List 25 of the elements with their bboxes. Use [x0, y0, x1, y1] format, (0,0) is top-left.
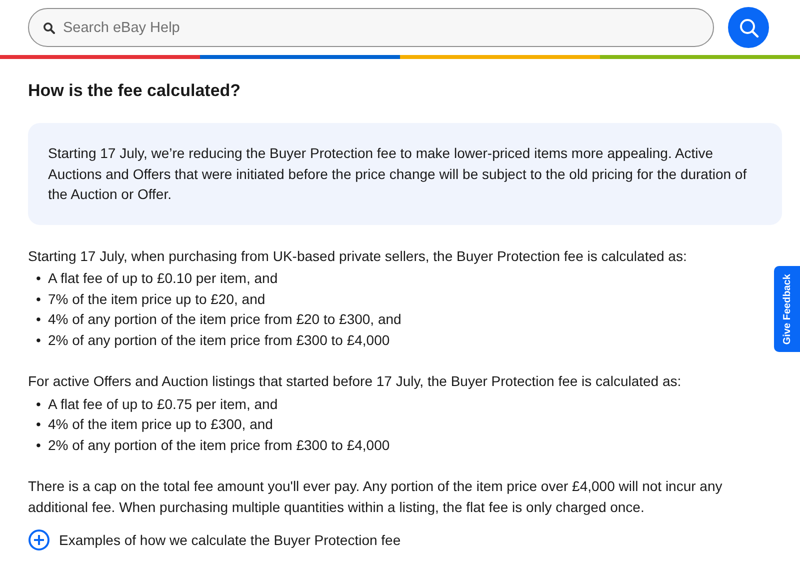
search-button[interactable] — [728, 7, 769, 48]
list-bullet: • — [36, 330, 42, 350]
list-item: A flat fee of up to £0.75 per item, and — [48, 394, 278, 414]
list-item: 4% of any portion of the item price from £20 to £300, and — [48, 310, 402, 329]
expander-link[interactable]: Examples of how we calculate the Buyer Protection fee — [28, 529, 401, 551]
search-icon — [738, 18, 758, 38]
list-bullet: • — [36, 290, 42, 308]
feedback-button[interactable]: Give Feedback — [774, 266, 800, 352]
list-bullet: • — [36, 269, 42, 288]
list-item: 4% of the item price up to £300, and — [48, 415, 273, 434]
notice-text: Starting 17 July, we’re reducing the Buyer Protection fee to make lower-priced items more appealing. Active Auctions and Offers that were initiated before the price change will be subject to the old pricing for the duration of the Auction or Offer. — [28, 123, 782, 224]
list-bullet: • — [36, 415, 42, 434]
list-item: 7% of the item price up to £20, and — [48, 290, 266, 309]
list-item: 2% of any portion of the item price from £300 to £4,000 — [48, 330, 390, 350]
search-icon — [43, 22, 55, 34]
list-bullet: • — [36, 310, 42, 329]
search-field[interactable]: Search eBay Help — [28, 8, 714, 47]
list-bullet: • — [36, 394, 42, 414]
list-item: 2% of any portion of the item price from £300 to £4,000 — [48, 436, 390, 455]
section-heading: How is the fee calculated? — [28, 80, 242, 102]
list-item: A flat fee of up to £0.10 per item, and — [48, 269, 278, 288]
paragraph: For active Offers and Auction listings that started before 17 July, the Buyer Protection fee is calculated as: — [28, 372, 682, 391]
paragraph: There is a cap on the total fee amount you'll ever pay. Any portion of the item price over £4,000 will not incur any additional fee. When purchasing multiple quantities within a listing, the flat fee is only charged once. — [28, 477, 724, 517]
paragraph: Starting 17 July, when purchasing from UK-based private sellers, the Buyer Protection fee is calculated as: — [28, 246, 688, 266]
list-bullet: • — [36, 436, 42, 454]
